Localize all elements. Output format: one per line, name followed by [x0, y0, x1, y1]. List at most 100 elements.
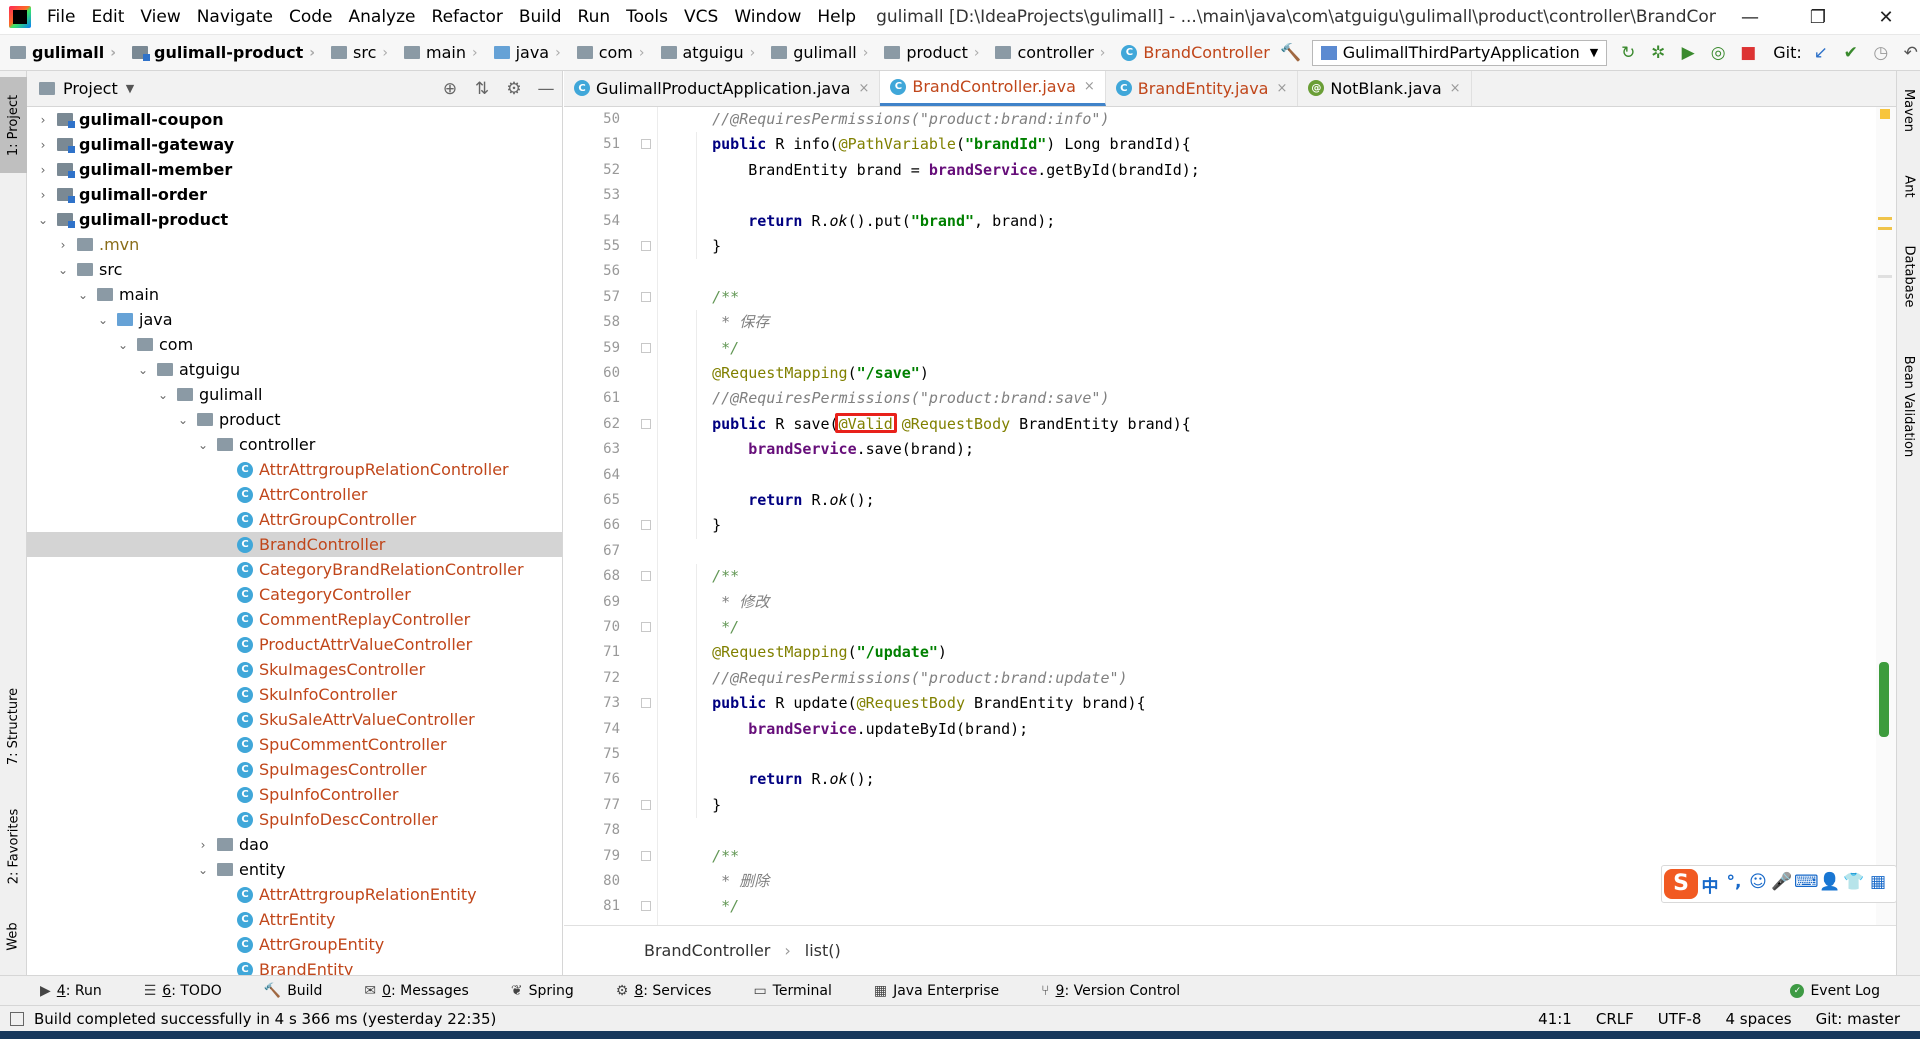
bottom-tab[interactable]: ⚙ 8: Services — [588, 983, 712, 999]
editor-tab[interactable]: @ NotBlank.java × — [1298, 71, 1472, 106]
tree-item[interactable]: ›CSpuInfoDescController — [27, 807, 562, 832]
editor-tab[interactable]: C BrandEntity.java × — [1106, 71, 1299, 106]
ime-item[interactable]: ☺ — [1746, 872, 1770, 897]
menu-build[interactable]: Build — [511, 0, 570, 35]
bean-validation-tool-tab[interactable]: Bean Validation — [1897, 341, 1920, 471]
breadcrumb-item[interactable]: gulimall-product › — [122, 35, 321, 71]
menu-window[interactable]: Window — [726, 0, 809, 35]
tree-item[interactable]: ›CProductAttrValueController — [27, 632, 562, 657]
chevron-right-icon[interactable]: › — [35, 138, 51, 152]
collapse-all-icon[interactable]: ⇅ — [466, 79, 498, 99]
breadcrumb-item[interactable]: com › — [567, 35, 651, 71]
stop-icon[interactable]: ■ — [1733, 35, 1763, 71]
fold-marker-icon[interactable] — [641, 291, 651, 302]
build-hammer-icon[interactable]: 🔨 — [1276, 35, 1306, 71]
tree-item[interactable]: › gulimall-coupon — [27, 107, 562, 132]
event-log-tab[interactable]: ✓ Event Log — [1790, 983, 1880, 999]
bottom-tab[interactable]: ⑂ 9: Version Control — [1013, 983, 1180, 999]
run-config-select[interactable]: GulimallThirdPartyApplication ▼ — [1311, 39, 1608, 66]
tree-item[interactable]: ›CSkuImagesController — [27, 657, 562, 682]
tree-item[interactable]: ›CCommentReplayController — [27, 607, 562, 632]
file-encoding[interactable]: UTF-8 — [1658, 1010, 1702, 1028]
tree-item[interactable]: ⌄ gulimall-product — [27, 207, 562, 232]
tree-item[interactable]: ›CAttrAttrgroupRelationController — [27, 457, 562, 482]
tree-item[interactable]: ›CSkuInfoController — [27, 682, 562, 707]
chevron-down-icon[interactable]: ⌄ — [155, 388, 171, 402]
breadcrumb-item[interactable]: src › — [321, 35, 394, 71]
fold-marker-icon[interactable] — [641, 698, 651, 709]
fold-marker-icon[interactable] — [641, 622, 651, 632]
indent-setting[interactable]: 4 spaces — [1725, 1010, 1791, 1028]
tree-item[interactable]: ⌄ java — [27, 307, 562, 332]
debug-icon[interactable]: ✲ — [1643, 35, 1673, 71]
toggle-tool-windows-icon[interactable] — [10, 1011, 24, 1026]
tree-item[interactable]: ⌄ entity — [27, 857, 562, 882]
tree-item[interactable]: ›CAttrController — [27, 482, 562, 507]
breadcrumb-item[interactable]: C BrandController — [1111, 35, 1275, 71]
tree-item[interactable]: ›CCategoryBrandRelationController — [27, 557, 562, 582]
tree-item[interactable]: ›CBrandController — [27, 532, 562, 557]
bottom-tab[interactable]: ▦ Java Enterprise — [846, 983, 999, 999]
breadcrumb-item[interactable]: gulimall › — [761, 35, 874, 71]
warning-mark[interactable] — [1878, 217, 1892, 220]
restore-button[interactable]: ❐ — [1784, 0, 1852, 35]
tree-item[interactable]: ⌄ atguigu — [27, 357, 562, 382]
editor-crumb-method[interactable]: list() — [805, 941, 841, 960]
project-view-selector[interactable]: Project ▼ — [35, 79, 134, 98]
chevron-right-icon[interactable]: › — [35, 163, 51, 177]
breadcrumb-item[interactable]: java › — [484, 35, 567, 71]
breadcrumb-item[interactable]: main › — [394, 35, 484, 71]
warning-indicator-icon[interactable] — [1880, 109, 1890, 119]
tree-item[interactable]: ⌄ src — [27, 257, 562, 282]
run-coverage-icon[interactable]: ▶ — [1673, 35, 1703, 71]
maven-tool-tab[interactable]: Maven — [1897, 75, 1920, 145]
tree-item[interactable]: ⌄ com — [27, 332, 562, 357]
ime-item[interactable]: 👕 — [1842, 872, 1866, 897]
tree-item[interactable]: ⌄ controller — [27, 432, 562, 457]
breadcrumb-item[interactable]: gulimall › — [0, 35, 122, 71]
tree-item[interactable]: ›CAttrAttrgroupRelationEntity — [27, 882, 562, 907]
menu-run[interactable]: Run — [570, 0, 619, 35]
chevron-down-icon[interactable]: ⌄ — [175, 413, 191, 427]
chevron-down-icon[interactable]: ⌄ — [75, 288, 91, 302]
fold-marker-icon[interactable] — [641, 799, 651, 810]
bottom-tab[interactable]: ☰ 6: TODO — [116, 983, 222, 999]
menu-analyze[interactable]: Analyze — [341, 0, 424, 35]
caret-position[interactable]: 41:1 — [1538, 1010, 1572, 1028]
close-button[interactable]: ✕ — [1852, 0, 1920, 35]
chevron-down-icon[interactable]: ⌄ — [115, 338, 131, 352]
tree-item[interactable]: ›CSpuInfoController — [27, 782, 562, 807]
bottom-tab[interactable]: ▶ 4: Run — [14, 983, 102, 999]
code-area[interactable]: 50 51 52 53 54 55 56 57 58 59 60 61 62 63 64 65 66 67 68 69… — [564, 107, 1896, 966]
bottom-tab[interactable]: ❦ Spring — [483, 983, 574, 999]
ime-item[interactable]: ▦ — [1866, 872, 1890, 897]
chevron-down-icon[interactable]: ⌄ — [95, 313, 111, 327]
ime-item[interactable]: °, — [1722, 872, 1746, 897]
tree-item[interactable]: ⌄ gulimall — [27, 382, 562, 407]
editor-crumb-class[interactable]: BrandController — [644, 941, 770, 960]
tree-item[interactable]: › dao — [27, 832, 562, 857]
ant-tool-tab[interactable]: Ant — [1897, 161, 1920, 211]
tree-item[interactable]: ›CAttrGroupController — [27, 507, 562, 532]
close-icon[interactable]: × — [1276, 81, 1287, 96]
fold-marker-icon[interactable] — [641, 342, 651, 353]
menu-edit[interactable]: Edit — [83, 0, 132, 35]
favorites-tool-tab[interactable]: 2: Favorites — [0, 791, 27, 901]
locate-icon[interactable]: ⊕ — [434, 79, 466, 99]
chevron-right-icon[interactable]: › — [195, 838, 211, 852]
profile-icon[interactable]: ◎ — [1703, 35, 1733, 71]
structure-tool-tab[interactable]: 7: Structure — [0, 671, 27, 781]
menu-help[interactable]: Help — [809, 0, 864, 35]
tree-item[interactable]: ⌄ main — [27, 282, 562, 307]
menu-view[interactable]: View — [132, 0, 188, 35]
tree-item[interactable]: › gulimall-order — [27, 182, 562, 207]
chevron-down-icon[interactable]: ⌄ — [35, 213, 51, 227]
git-rollback-icon[interactable]: ↶ — [1896, 35, 1920, 71]
fold-marker-icon[interactable] — [641, 241, 651, 251]
chevron-down-icon[interactable]: ⌄ — [135, 363, 151, 377]
sogou-logo-icon[interactable]: S — [1664, 869, 1698, 899]
hide-icon[interactable]: — — [530, 79, 562, 99]
fold-marker-icon[interactable] — [641, 139, 651, 150]
rerun-icon[interactable]: ↻ — [1613, 35, 1643, 71]
error-stripe[interactable] — [1876, 107, 1896, 925]
